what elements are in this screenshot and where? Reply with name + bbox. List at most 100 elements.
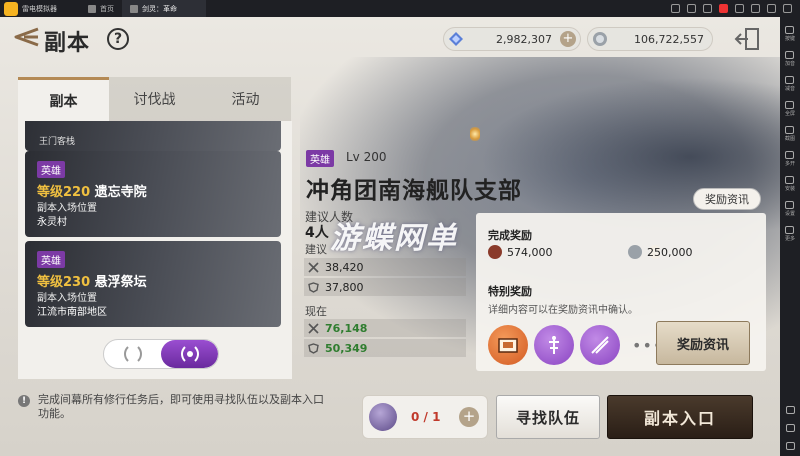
laurel-icon — [180, 346, 199, 362]
minimize-icon[interactable] — [751, 4, 760, 13]
hero-badge: 英雄 — [37, 161, 65, 178]
more-icon — [785, 225, 795, 234]
list-item[interactable]: 王门客栈 — [25, 121, 281, 151]
emulator-tab-label: 首页 — [100, 4, 114, 13]
apk-icon — [785, 175, 795, 184]
sidebar-item-volume-up[interactable]: 加音 — [785, 46, 795, 71]
add-crystal-button[interactable]: + — [560, 31, 576, 47]
recommend-attack-value: 38,420 — [325, 260, 364, 274]
dungeon-list[interactable]: 王门客栈 英雄 等级220 遗忘寺院 副本入场位置 永灵村 英雄 等级230 悬… — [25, 121, 285, 343]
exp-reward-value: 574,000 — [507, 245, 553, 259]
find-team-button[interactable]: 寻找队伍 — [496, 395, 600, 439]
emulator-tab-game[interactable]: 剑灵：革命 — [122, 0, 206, 17]
notification-icon[interactable] — [719, 4, 728, 13]
sidebar-item-volume-down[interactable]: 减音 — [785, 71, 795, 96]
silver-coin-icon — [593, 32, 607, 46]
recommend-defense-row: 37,800 — [304, 278, 466, 296]
dungeon-tabs: 副本 讨伐战 活动 — [18, 77, 292, 121]
recommend-attack-row: 38,420 — [304, 258, 466, 276]
sidebar-label: 加音 — [784, 60, 795, 67]
emulator-sidebar: 按键 加音 减音 全屏 截图 多开 安装 设置 更多 — [780, 17, 800, 456]
back-arrow-icon[interactable] — [10, 25, 40, 49]
keyboard-icon — [785, 25, 795, 34]
dungeon-location: 永灵村 — [37, 217, 67, 228]
watermark-text: 游蝶网单 — [330, 221, 458, 256]
special-reward-desc: 详细内容可以在奖励资讯中确认。 — [488, 305, 638, 316]
sidebar-item-more[interactable]: 更多 — [785, 221, 795, 246]
currency-crystal: 2,982,307 + — [443, 27, 581, 51]
silver-reward-value: 250,000 — [647, 245, 693, 259]
reward-panel: 完成奖励 574,000 250,000 特别奖励 详细内容可以在奖励资讯中确认… — [476, 213, 766, 371]
exit-door-icon[interactable] — [734, 27, 760, 51]
keyboard-icon[interactable] — [687, 4, 696, 13]
mail-icon[interactable] — [703, 4, 712, 13]
exp-icon — [488, 245, 502, 259]
list-item[interactable]: 英雄 等级230 悬浮祭坛 副本入场位置 江流市南部地区 — [25, 241, 281, 327]
tab-dungeon[interactable]: 副本 — [18, 77, 109, 121]
sidebar-item-settings[interactable]: 设置 — [785, 196, 795, 221]
recent-nav-icon[interactable] — [785, 442, 795, 450]
sidebar-item-screenshot[interactable]: 截图 — [785, 121, 795, 146]
gamepad-icon[interactable] — [671, 4, 680, 13]
tab-event[interactable]: 活动 — [200, 77, 291, 121]
accessory-icon — [549, 336, 559, 354]
current-defense-row: 50,349 — [304, 339, 466, 357]
shield-icon — [308, 342, 319, 354]
difficulty-toggle[interactable] — [103, 339, 219, 369]
dungeon-list-panel: 王门客栈 英雄 等级220 遗忘寺院 副本入场位置 永灵村 英雄 等级230 悬… — [18, 121, 292, 379]
silver-reward: 250,000 — [628, 245, 693, 259]
sidebar-label: 全屏 — [784, 110, 795, 117]
multi-window-icon — [785, 150, 795, 159]
reward-item[interactable] — [534, 325, 574, 365]
ticket-icon — [369, 403, 397, 431]
sidebar-label: 安装 — [784, 185, 795, 192]
tab-raid[interactable]: 讨伐战 — [109, 77, 200, 121]
dungeon-name-line: 等级220 遗忘寺院 — [37, 181, 147, 200]
list-item[interactable]: 英雄 等级220 遗忘寺院 副本入场位置 永灵村 — [25, 151, 281, 237]
close-icon[interactable] — [783, 4, 792, 13]
recommend-people-value: 4人 — [305, 225, 329, 241]
sidebar-label: 更多 — [784, 235, 795, 242]
recommend-label: 建议 — [305, 243, 327, 256]
hero-mode-toggle[interactable] — [161, 340, 218, 368]
sidebar-item-install[interactable]: 安装 — [785, 171, 795, 196]
menu-icon[interactable] — [735, 4, 744, 13]
reward-info-tag[interactable]: 奖励资讯 — [693, 188, 761, 210]
currency-silver: 106,722,557 — [587, 27, 713, 51]
emulator-window-controls — [671, 4, 800, 13]
home-nav-icon[interactable] — [785, 424, 795, 432]
current-attack-value: 76,148 — [325, 321, 368, 335]
emulator-logo-icon — [4, 1, 18, 16]
add-ticket-button[interactable]: + — [459, 407, 479, 427]
enter-dungeon-button[interactable]: 副本入口 — [607, 395, 753, 439]
game-icon — [130, 4, 138, 13]
crossed-swords-icon — [308, 261, 319, 273]
normal-mode-toggle[interactable] — [104, 340, 161, 368]
lantern-icon — [470, 127, 480, 141]
help-button[interactable]: ? — [107, 28, 129, 50]
page-title: 副本 — [44, 31, 91, 56]
reward-item[interactable] — [488, 325, 528, 365]
reward-info-button[interactable]: 奖励资讯 — [656, 321, 750, 365]
emulator-tab-home[interactable]: 首页 — [80, 0, 122, 17]
sidebar-item-fullscreen[interactable]: 全屏 — [785, 96, 795, 121]
weapon-icon — [591, 336, 609, 354]
maximize-icon[interactable] — [767, 4, 776, 13]
sidebar-item-keys[interactable]: 按键 — [785, 21, 795, 46]
dungeon-location: 王门客栈 — [39, 137, 76, 147]
dungeon-name-line: 等级230 悬浮祭坛 — [37, 271, 147, 290]
dungeon-name: 遗忘寺院 — [94, 185, 147, 200]
dungeon-name: 悬浮祭坛 — [94, 275, 147, 290]
back-nav-icon[interactable] — [785, 406, 795, 414]
special-reward-title: 特别奖励 — [488, 285, 532, 298]
current-label: 现在 — [305, 305, 327, 318]
ticket-count: 0 / 1 — [411, 410, 441, 424]
dungeon-entry-label: 副本入场位置 — [37, 293, 97, 304]
hero-badge: 英雄 — [37, 251, 65, 268]
reward-item[interactable] — [580, 325, 620, 365]
currency-crystal-value: 2,982,307 — [496, 32, 552, 46]
notice-text: 完成间幕所有修行任务后，即可使用寻找队伍以及副本入口功能。 — [38, 393, 324, 420]
sidebar-item-multi[interactable]: 多开 — [785, 146, 795, 171]
emulator-app-name: 雷电模拟器 — [22, 4, 57, 13]
info-icon: ! — [18, 395, 30, 407]
